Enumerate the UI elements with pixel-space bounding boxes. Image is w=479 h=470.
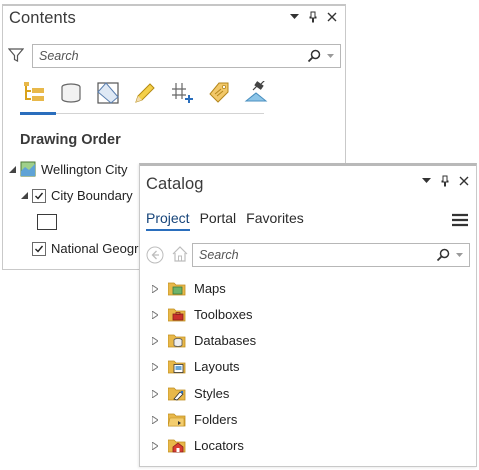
- catalog-search-input[interactable]: [193, 248, 435, 262]
- tab-project[interactable]: Project: [146, 210, 190, 231]
- databases-folder-icon: [167, 333, 186, 348]
- menu-icon[interactable]: [452, 213, 468, 227]
- catalog-window-controls: [420, 174, 470, 188]
- options-dropdown-icon[interactable]: [420, 174, 432, 188]
- maps-folder-icon: [167, 281, 186, 296]
- catalog-item-label: Databases: [194, 333, 257, 348]
- close-icon[interactable]: [326, 10, 338, 24]
- catalog-item-label: Folders: [194, 412, 238, 427]
- expand-triangle-icon[interactable]: [150, 415, 160, 425]
- catalog-item-toolboxes[interactable]: Toolboxes: [150, 307, 253, 322]
- contents-view-toolbar: [21, 80, 269, 106]
- list-by-drawing-order-icon[interactable]: [21, 80, 47, 106]
- catalog-item-maps[interactable]: Maps: [150, 281, 226, 296]
- catalog-item-label: Styles: [194, 386, 230, 401]
- catalog-item-folders[interactable]: Folders: [150, 412, 237, 427]
- layer-name: National Geogr: [51, 241, 139, 256]
- collapse-triangle-icon[interactable]: [7, 164, 17, 174]
- locators-folder-icon: [167, 438, 186, 453]
- section-heading: Drawing Order: [20, 132, 121, 148]
- tab-portal[interactable]: Portal: [200, 210, 237, 231]
- list-by-editing-icon[interactable]: [132, 80, 158, 106]
- folders-folder-icon: [167, 412, 186, 427]
- layer-visibility-checkbox[interactable]: [32, 241, 46, 256]
- list-by-labeling-icon[interactable]: [206, 80, 232, 106]
- catalog-item-styles[interactable]: Styles: [150, 386, 229, 401]
- catalog-pane: Catalog Project Portal Favorites Search …: [139, 163, 477, 467]
- pin-icon[interactable]: [439, 174, 451, 188]
- catalog-item-label: Maps: [194, 281, 226, 296]
- collapse-triangle-icon[interactable]: [19, 191, 29, 201]
- list-by-selection-icon[interactable]: [95, 80, 121, 106]
- chevron-down-icon[interactable]: [454, 249, 464, 261]
- map-name: Wellington City: [41, 161, 128, 177]
- search-icon[interactable]: [306, 48, 322, 64]
- tree-row-layer-city-boundary[interactable]: City Boundary: [19, 188, 133, 203]
- expand-triangle-icon[interactable]: [150, 441, 160, 451]
- search-icon[interactable]: [435, 247, 451, 263]
- options-dropdown-icon[interactable]: [288, 10, 300, 24]
- expand-triangle-icon[interactable]: [150, 389, 160, 399]
- chevron-down-icon[interactable]: [325, 50, 335, 62]
- home-icon[interactable]: [171, 245, 189, 263]
- catalog-item-label: Layouts: [194, 359, 240, 374]
- list-by-perspective-imagery-icon[interactable]: [243, 80, 269, 106]
- active-view-indicator: [20, 112, 56, 115]
- contents-title: Contents: [9, 9, 76, 27]
- toolbar-divider: [20, 113, 264, 114]
- catalog-item-label: Locators: [194, 438, 244, 453]
- expand-triangle-icon[interactable]: [150, 336, 160, 346]
- expand-triangle-icon[interactable]: [150, 310, 160, 320]
- layer-name: City Boundary: [51, 188, 133, 203]
- map-icon: [20, 161, 36, 177]
- catalog-item-locators[interactable]: Locators: [150, 438, 244, 453]
- catalog-tabs: Project Portal Favorites: [146, 210, 304, 231]
- catalog-item-layouts[interactable]: Layouts: [150, 359, 240, 374]
- styles-folder-icon: [167, 386, 186, 401]
- list-by-data-source-icon[interactable]: [58, 80, 84, 106]
- catalog-item-label: Toolboxes: [194, 307, 253, 322]
- expand-triangle-icon[interactable]: [150, 362, 160, 372]
- pin-icon[interactable]: [307, 10, 319, 24]
- contents-search-input[interactable]: [33, 49, 306, 63]
- catalog-search-box[interactable]: [192, 243, 470, 267]
- polygon-symbol-swatch[interactable]: [37, 214, 57, 230]
- contents-search-box[interactable]: [32, 44, 341, 68]
- back-icon[interactable]: [146, 246, 164, 264]
- toolboxes-folder-icon: [167, 307, 186, 322]
- layer-visibility-checkbox[interactable]: [32, 188, 46, 203]
- tree-row-map[interactable]: Wellington City: [7, 161, 127, 177]
- filter-icon[interactable]: [7, 47, 25, 63]
- catalog-item-databases[interactable]: Databases: [150, 333, 256, 348]
- expand-triangle-icon[interactable]: [150, 284, 160, 294]
- tab-favorites[interactable]: Favorites: [246, 210, 304, 231]
- catalog-title: Catalog: [146, 175, 204, 193]
- contents-window-controls: [288, 10, 338, 24]
- tree-row-layer-basemap[interactable]: National Geogr: [32, 241, 138, 256]
- list-by-snapping-icon[interactable]: [169, 80, 195, 106]
- close-icon[interactable]: [458, 174, 470, 188]
- layouts-folder-icon: [167, 359, 186, 374]
